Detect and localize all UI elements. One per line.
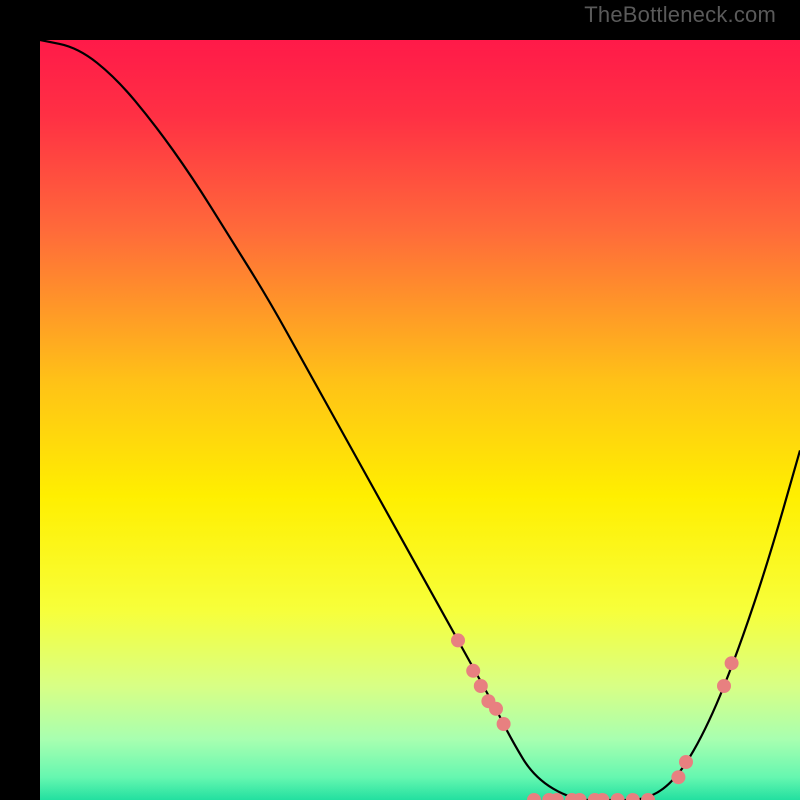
highlight-dot bbox=[725, 656, 739, 670]
highlight-dot bbox=[474, 679, 488, 693]
highlight-dot bbox=[679, 755, 693, 769]
highlight-dot bbox=[466, 664, 480, 678]
highlight-dot bbox=[497, 717, 511, 731]
highlight-dot bbox=[489, 702, 503, 716]
highlight-dot bbox=[671, 770, 685, 784]
watermark-text: TheBottleneck.com bbox=[584, 2, 776, 28]
chart-background bbox=[40, 40, 800, 800]
highlight-dot bbox=[717, 679, 731, 693]
highlight-dot bbox=[451, 633, 465, 647]
bottleneck-chart bbox=[40, 40, 800, 800]
chart-frame bbox=[20, 20, 780, 780]
